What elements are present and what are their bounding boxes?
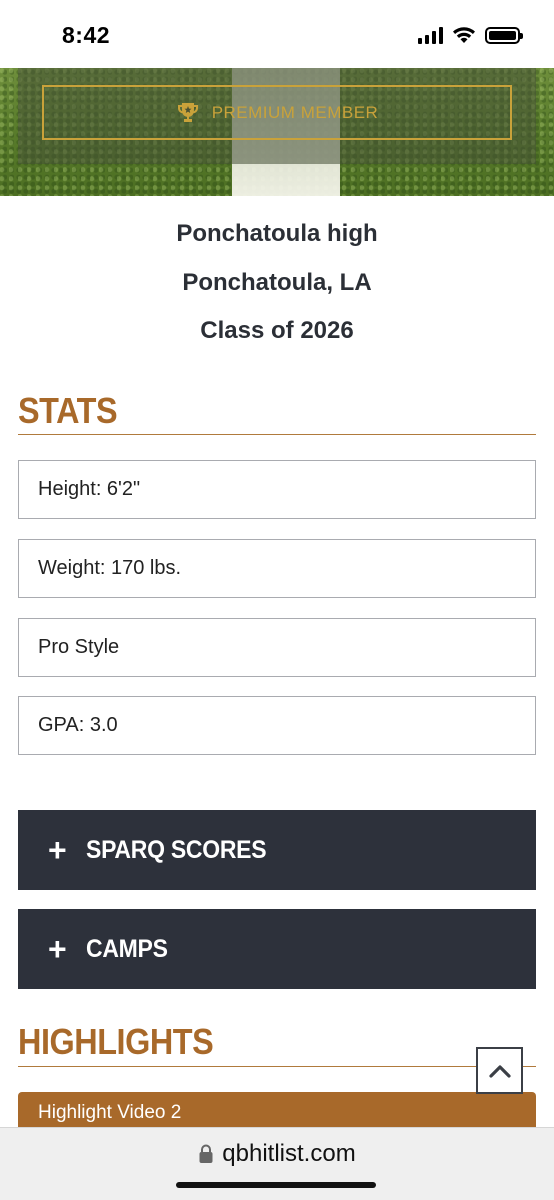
status-icons	[418, 26, 523, 44]
stat-weight: Weight: 170 lbs.	[18, 539, 536, 598]
stats-divider	[18, 434, 536, 435]
stat-gpa: GPA: 3.0	[18, 696, 536, 755]
highlight-video-tab[interactable]: Highlight Video 2	[18, 1092, 536, 1132]
status-bar: 8:42	[0, 0, 554, 68]
school-name: Ponchatoula high	[176, 220, 378, 247]
lock-icon	[199, 1144, 213, 1163]
cellular-signal-icon	[418, 26, 443, 44]
school-location: Ponchatoula, LA	[182, 269, 372, 296]
stat-style: Pro Style	[18, 618, 536, 677]
premium-member-badge: PREMIUM MEMBER	[42, 85, 512, 140]
wifi-icon	[453, 27, 475, 43]
status-time: 8:42	[62, 22, 111, 48]
highlights-divider	[18, 1066, 536, 1067]
stats-heading: STATS	[18, 390, 118, 431]
accordion-camps[interactable]: + CAMPS	[18, 909, 536, 989]
accordion-label: SPARQ SCORES	[86, 835, 267, 864]
trophy-icon	[177, 102, 198, 122]
stat-height: Height: 6'2"	[18, 460, 536, 519]
premium-member-label: PREMIUM MEMBER	[211, 102, 379, 122]
hero-banner: PREMIUM MEMBER	[0, 68, 554, 196]
plus-icon: +	[48, 931, 67, 967]
accordion-sparq-scores[interactable]: + SPARQ SCORES	[18, 810, 536, 890]
battery-icon	[485, 26, 523, 44]
url-text: qbhitlist.com	[222, 1140, 356, 1167]
back-to-top-button[interactable]	[476, 1047, 523, 1094]
browser-address-bar[interactable]: qbhitlist.com	[0, 1127, 554, 1200]
highlights-heading: HIGHLIGHTS	[18, 1021, 214, 1062]
accordion-label: CAMPS	[86, 934, 168, 963]
plus-icon: +	[48, 832, 67, 868]
class-year: Class of 2026	[200, 317, 354, 344]
home-indicator	[176, 1182, 376, 1188]
chevron-up-icon	[488, 1064, 511, 1078]
